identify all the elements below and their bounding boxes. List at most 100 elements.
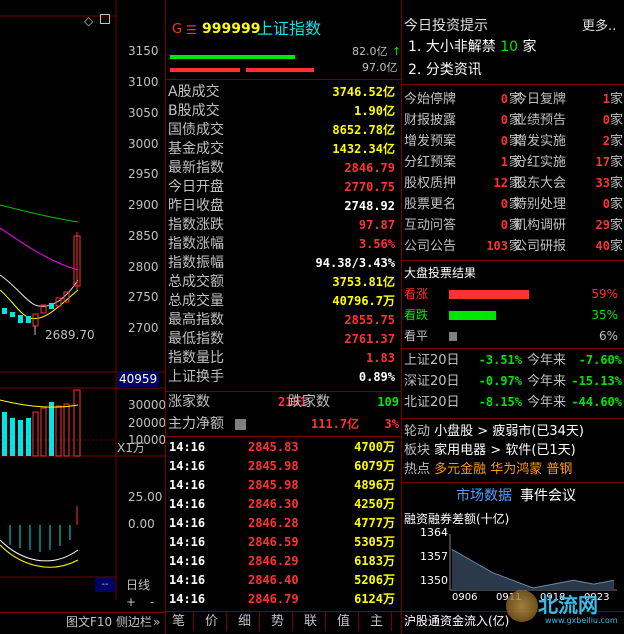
event-unit: 家 [610,134,624,149]
tick-time: 14:16 [169,516,206,530]
index-name[interactable]: 上证20日 [404,351,460,370]
zoom-out-button[interactable]: - [150,593,154,612]
tick-time: 14:16 [169,535,206,549]
diamond-icon[interactable]: ◇ [84,14,93,28]
stat-label: B股成交 [168,103,220,119]
stat-value: 1.83 [366,351,395,365]
chart-pane[interactable]: ◇ 3150 3100 3050 3000 2950 2900 2850 280… [0,0,167,634]
zoom-in-button[interactable]: + [126,593,136,612]
volume-unit: X1万 [117,441,145,455]
stat-value: 0.89% [358,370,395,384]
quote-tab[interactable]: 细 [238,612,261,631]
event-right-label[interactable]: 业绩预告 [514,111,566,130]
event-right-label[interactable]: 股东大会 [514,174,566,193]
tick-price: 2845.98 [248,459,299,473]
quote-tab[interactable]: 值 [337,612,360,631]
stat-value: 3.56% [358,237,395,251]
scroll-strip[interactable]: -- [95,578,115,592]
tip-unlock-count: 10 [500,39,519,55]
volume-value: 40959 [117,371,160,388]
event-left-count: 0 [500,218,508,232]
index-name[interactable]: 深证20日 [404,372,460,391]
down-count-label: 跌家数 [288,394,330,410]
event-unit: 家 [610,176,624,191]
quote-tab[interactable]: 联 [304,612,327,631]
more-icon[interactable]: » [153,613,160,632]
event-right-label[interactable]: 公司研报 [514,237,566,256]
index-name[interactable]: 北证20日 [404,393,460,412]
event-right-count: 1 [602,92,610,106]
tips-title: 今日投资提示 [404,18,488,34]
tick-price: 2845.98 [248,478,299,492]
tips-more-link[interactable]: 更多.. [582,17,616,36]
stat-label: 上证换手 [168,369,224,385]
flow-bar-1-red [170,68,240,72]
indicator-bars [9,506,78,552]
stat-label: 基金成交 [168,141,224,157]
ma-line-magenta [0,227,79,271]
event-unit: 家 [610,155,624,170]
event-left-count: 12 [493,176,508,190]
watermark-text: 北流网 [538,593,598,617]
vote-label[interactable]: 看平 [404,327,428,346]
event-right-label[interactable]: 增发实施 [514,132,566,151]
flow-bar-2-value: 97.0亿 [362,61,398,74]
ind-axis-0: 0.00 [128,517,155,531]
stat-value: 2748.92 [344,199,395,213]
vote-label[interactable]: 看涨 [404,285,428,304]
rotation-row[interactable]: 轮动 小盘股 > 疲弱市(已34天) [404,422,584,441]
tick-volume: 6183万 [354,554,395,568]
menu-icon[interactable]: ☰ [186,23,197,37]
event-right-count: 0 [602,113,610,127]
event-left-label[interactable]: 财报披露 [404,111,456,130]
event-left-label[interactable]: 股票更名 [404,195,456,214]
event-right-label[interactable]: 今日复牌 [514,90,566,109]
event-right-label[interactable]: 机构调研 [514,216,566,235]
sector-row[interactable]: 板块 家用电器 > 软件(已1天) [404,441,576,460]
index-20d-change: -8.15% [478,395,522,409]
index-ytd-change: -7.60% [578,353,622,367]
watermark-seal [506,590,538,622]
tick-volume: 4250万 [354,497,395,511]
event-unit: 家 [610,113,624,128]
candles [2,232,81,335]
hot-row[interactable]: 热点 多元金融 华为鸿蒙 普钢 [404,460,572,479]
event-left-label[interactable]: 增发预案 [404,132,456,151]
sidebar-toggle-button[interactable]: 侧边栏 [116,613,152,632]
hk-flow-label: 沪股通资金流入(亿) [404,614,510,628]
event-right-label[interactable]: 分红实施 [514,153,566,172]
tick-volume: 5305万 [354,535,395,549]
ind-axis-25: 25.00 [128,490,163,504]
window-icon[interactable] [100,14,110,24]
info-pane: 今日投资提示 更多.. 1. 大小非解禁 10 家 2. 分类资讯 今始停牌 0 家… [402,0,624,634]
event-right-label[interactable]: 特别处理 [514,195,566,214]
tip-news[interactable]: 2. 分类资讯 [408,61,482,80]
vote-label[interactable]: 看跌 [404,306,428,325]
quote-tab[interactable]: 主 [370,612,393,631]
vote-title: 大盘投票结果 [404,266,477,280]
quote-tab[interactable]: 价 [205,612,228,631]
quote-tab[interactable]: 势 [271,612,294,631]
event-left-label[interactable]: 股权质押 [404,174,456,193]
quote-tab[interactable]: 笔 [172,612,195,631]
event-left-label[interactable]: 互动问答 [404,216,456,235]
tab-market-data[interactable]: 市场数据 [456,487,512,506]
list-icon[interactable] [235,419,246,430]
vol-axis-30000: 30000 [128,398,167,412]
f10-button[interactable]: 图文F10 [66,613,112,632]
stat-value: 94.38/3.43% [315,256,395,270]
tip-unlock-unit: 家 [522,39,537,55]
event-left-label[interactable]: 公司公告 [404,237,456,256]
kline-chart[interactable] [0,0,165,634]
tab-events[interactable]: 事件会议 [520,487,576,506]
event-left-label[interactable]: 分红预案 [404,153,456,172]
quote-name: 上证指数 [257,19,322,38]
tick-price: 2846.30 [248,497,299,511]
event-left-label[interactable]: 今始停牌 [404,90,456,109]
event-unit: 家 [610,218,624,233]
stat-value: 3753.81亿 [332,275,395,289]
tip-unlock[interactable]: 1. 大小非解禁 10 家 [408,38,537,57]
event-left-count: 1 [500,155,508,169]
stat-value: 40796.7万 [332,294,395,308]
event-right-count: 29 [595,218,610,232]
